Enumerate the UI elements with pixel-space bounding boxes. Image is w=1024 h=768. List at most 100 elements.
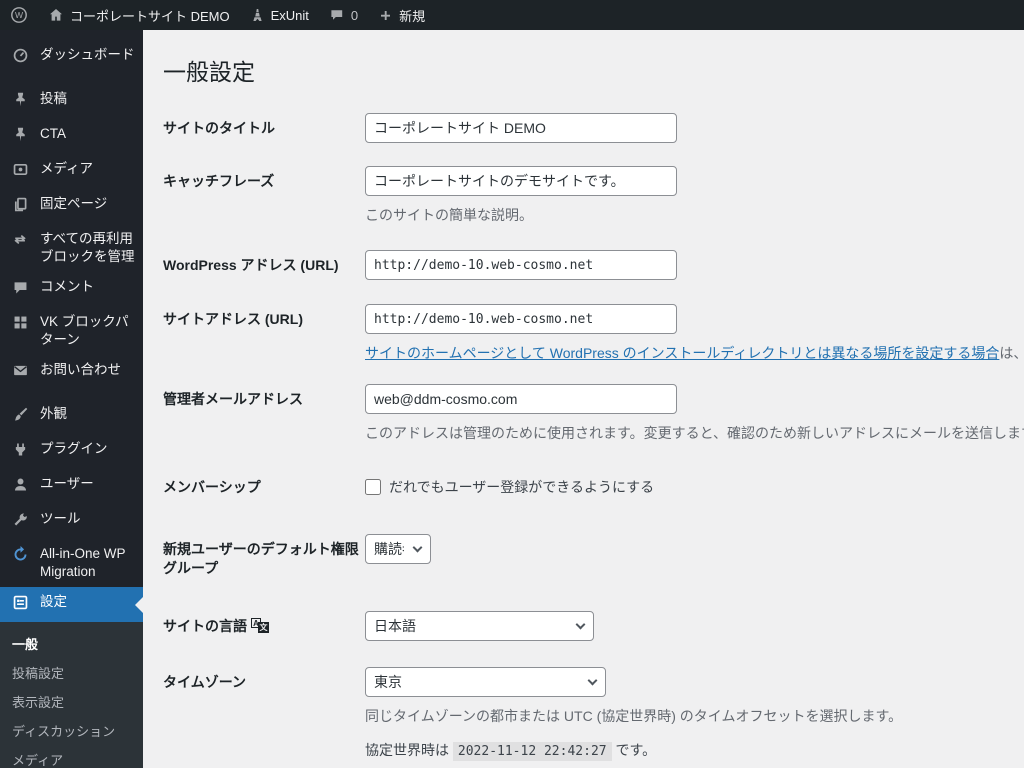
tagline-input[interactable] [365,166,677,196]
settings-submenu: 一般 投稿設定 表示設定 ディスカッション メディア パーマリンク プライバシー… [0,622,143,768]
exunit-menu[interactable]: ExUnit [240,0,319,30]
membership-checkbox-label: だれでもユーザー登録ができるようにする [389,479,655,495]
site-address-help-link[interactable]: サイトのホームページとして WordPress のインストールディレクトリとは異… [365,345,999,361]
general-settings-page: 一般設定 サイトのタイトル キャッチフレーズ このサイトの簡単な説明。 Word… [143,30,1024,768]
site-address-description: サイトのホームページとして WordPress のインストールディレクトリとは異… [365,343,1024,364]
sidebar-item-reusable-blocks[interactable]: すべての再利用ブロックを管理 [0,224,143,272]
sidebar-item-comments[interactable]: コメント [0,272,143,307]
wp-address-input[interactable] [365,250,677,280]
membership-checkbox-row: だれでもユーザー登録ができるようにする [365,472,1024,497]
exunit-tower-icon [250,7,265,23]
admin-sidebar: ダッシュボード 投稿 CTA メディア 固定ページ すべての再利用ブロックを管理 [0,30,143,768]
site-language-label: サイトの言語 A 文 [163,611,365,637]
reusable-blocks-icon [12,231,30,253]
admin-email-description-text: このアドレスは管理のために使用されます。変更すると、確認のため新しいアドレスにメ… [365,425,1024,441]
contact-icon [12,362,30,384]
sidebar-item-contact[interactable]: お問い合わせ [0,355,143,390]
sidebar-item-label: 投稿 [40,91,67,106]
sidebar-item-settings[interactable]: 設定 [0,587,143,622]
site-language-select[interactable]: 日本語 [365,610,594,641]
visit-site-link[interactable]: コーポレートサイト DEMO [38,0,240,30]
sidebar-item-pages[interactable]: 固定ページ [0,189,143,224]
site-address-input[interactable] [365,304,677,334]
timezone-select[interactable]: 東京 [365,666,606,697]
submenu-item-media[interactable]: メディア [0,746,143,768]
sidebar-item-label: お問い合わせ [40,362,121,377]
submenu-item-writing[interactable]: 投稿設定 [0,659,143,688]
sidebar-item-label: All-in-One WP Migration [40,546,126,579]
sidebar-item-appearance[interactable]: 外観 [0,399,143,434]
sidebar-item-label: ユーザー [40,476,94,491]
admin-email-label: 管理者メールアドレス [163,391,303,407]
timezone-description: 同じタイムゾーンの都市または UTC (協定世界時) のタイムオフセットを選択し… [365,707,903,724]
admin-email-description: このアドレスは管理のために使用されます。変更すると、確認のため新しいアドレスにメ… [365,423,1024,444]
page-title: 一般設定 [163,59,255,85]
settings-icon [12,594,30,616]
sidebar-item-media[interactable]: メディア [0,154,143,189]
new-content-label: 新規 [399,8,426,24]
comments-icon [12,279,30,301]
sidebar-item-label: 外観 [40,406,67,421]
site-address-description-tail: は、ここにアドレ [999,345,1024,361]
membership-checkbox[interactable] [365,479,381,495]
exunit-label: ExUnit [270,7,309,23]
submenu-item-discussion[interactable]: ディスカッション [0,717,143,746]
admin-email-input[interactable] [365,384,677,414]
sidebar-item-label: CTA [40,126,66,141]
membership-label: メンバーシップ [163,479,261,495]
sidebar-item-dashboard[interactable]: ダッシュボード [0,40,143,75]
svg-text:W: W [15,10,24,20]
default-role-select[interactable]: 購読者 [365,533,431,564]
sidebar-item-posts[interactable]: 投稿 [0,84,143,119]
plus-icon [378,8,393,23]
sidebar-item-label: VK ブロックパターン [40,314,129,347]
sidebar-item-label: プラグイン [40,441,108,456]
wordpress-logo-menu[interactable]: W [0,0,38,30]
sidebar-item-label: ツール [40,511,81,526]
sidebar-item-label: ダッシュボード [40,47,135,62]
current-menu-arrow [135,596,143,613]
comments-count: 0 [350,7,359,23]
tagline-label: キャッチフレーズ [163,173,275,189]
utc-time-value: 2022-11-12 22:42:27 [452,741,612,761]
pages-icon [12,196,30,218]
tools-icon [12,511,30,533]
site-title-input[interactable] [365,113,677,143]
comment-bubble-icon [329,7,345,23]
admin-bar: W コーポレートサイト DEMO ExUnit 0 新規 [0,0,1024,30]
sidebar-item-label: 固定ページ [40,196,108,211]
sidebar-item-tools[interactable]: ツール [0,504,143,539]
sidebar-item-label: コメント [40,279,94,294]
pin-icon [12,126,30,148]
site-address-label: サイトアドレス (URL) [163,311,303,327]
site-language-label-text: サイトの言語 [163,617,247,634]
dashboard-icon [12,47,30,69]
users-icon [12,476,30,498]
sidebar-item-cta[interactable]: CTA [0,119,143,154]
comments-menu[interactable]: 0 [319,0,368,30]
translation-icon: A文 [251,617,269,633]
wp-address-label: WordPress アドレス (URL) [163,257,339,273]
media-icon [12,161,30,183]
admin-bar-site-name: コーポレートサイト DEMO [70,8,230,24]
utc-time-suffix: です。 [615,741,657,758]
sidebar-item-label: すべての再利用ブロックを管理 [40,231,135,264]
sidebar-item-label: メディア [40,161,94,176]
site-title-label: サイトのタイトル [163,120,275,136]
sidebar-item-users[interactable]: ユーザー [0,469,143,504]
submenu-item-reading[interactable]: 表示設定 [0,688,143,717]
appearance-icon [12,406,30,428]
submenu-item-general[interactable]: 一般 [0,630,143,659]
utc-time-prefix: 協定世界時は [365,741,449,758]
sidebar-item-all-in-one-wp-migration[interactable]: All-in-One WP Migration [0,539,143,587]
new-content-menu[interactable]: 新規 [368,0,435,30]
timezone-label: タイムゾーン [163,673,247,690]
utc-time-line: 協定世界時は 2022-11-12 22:42:27 です。 [365,740,1024,761]
default-role-label: 新規ユーザーのデフォルト権限グループ [163,540,359,577]
wordpress-logo-icon: W [10,6,28,24]
sidebar-item-plugins[interactable]: プラグイン [0,434,143,469]
sidebar-item-vk-block-patterns[interactable]: VK ブロックパターン [0,307,143,355]
plugins-icon [12,441,30,463]
migration-icon [12,546,30,568]
tagline-description: このサイトの簡単な説明。 [365,207,533,223]
